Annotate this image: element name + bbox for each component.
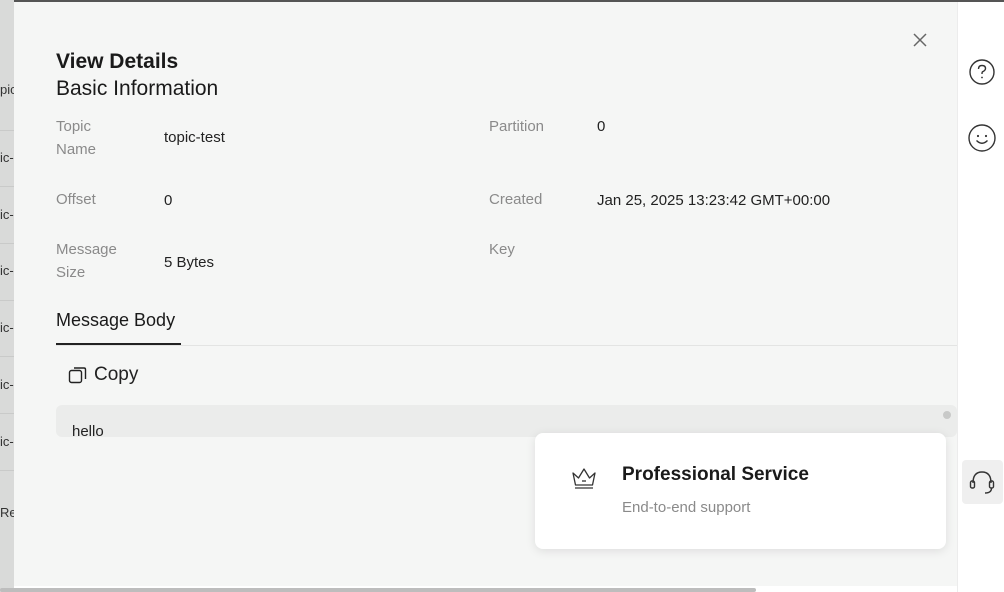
background-row-text: ic- (0, 377, 14, 392)
offset-label: Offset (56, 191, 96, 208)
help-circle-icon[interactable] (967, 57, 997, 87)
copy-icon (68, 367, 87, 384)
smiley-icon[interactable] (967, 123, 997, 153)
crown-icon (572, 468, 596, 489)
tab-divider (56, 345, 957, 346)
message-size-label-line1: Message (56, 241, 117, 258)
background-row-divider (0, 356, 14, 357)
popup-subtitle: End-to-end support (622, 499, 751, 516)
key-label: Key (489, 241, 515, 258)
section-title: Basic Information (56, 77, 219, 100)
background-row-text: ic- (0, 263, 14, 278)
topic-name-label-line1: Topic (56, 118, 92, 135)
background-row-divider (0, 186, 14, 187)
message-size-label-line2: Size (56, 264, 86, 281)
topic-name-label: Topic Name (56, 115, 96, 161)
professional-service-popup[interactable]: Professional Service End-to-end support (535, 433, 946, 549)
copy-button[interactable]: Copy (68, 364, 138, 386)
background-row-divider (0, 300, 14, 301)
background-row-divider (0, 470, 14, 471)
background-row-text: pic (0, 82, 14, 97)
popup-title: Professional Service (622, 464, 809, 485)
tab-message-body[interactable]: Message Body (56, 310, 175, 331)
background-row-text: ic- (0, 207, 14, 222)
background-row-divider (0, 243, 14, 244)
support-button[interactable] (962, 460, 1003, 504)
close-button[interactable] (910, 30, 930, 50)
drawer-title: View Details (56, 50, 179, 73)
message-size-label: Message Size (56, 238, 117, 284)
message-body-text: hello (72, 423, 104, 437)
code-scrollbar[interactable] (943, 411, 951, 419)
background-row-text: Re (0, 505, 14, 520)
offset-value: 0 (164, 192, 173, 209)
background-row-text: ic- (0, 150, 14, 165)
close-icon (913, 33, 927, 47)
background-row-text: ic- (0, 434, 14, 449)
background-row-divider (0, 413, 14, 414)
horizontal-scrollbar[interactable] (0, 588, 756, 592)
background-table: pic ic- ic- ic- ic- ic- ic- Re (0, 0, 14, 592)
topic-name-value: topic-test (164, 129, 225, 146)
copy-label: Copy (94, 364, 139, 385)
background-row-text: ic- (0, 320, 14, 335)
headset-icon (969, 471, 995, 494)
right-side-toolbar (957, 2, 1004, 592)
created-value: Jan 25, 2025 13:23:42 GMT+00:00 (597, 192, 831, 209)
created-label: Created (489, 191, 543, 208)
partition-value: 0 (597, 118, 606, 135)
background-row-divider (0, 130, 14, 131)
message-size-value: 5 Bytes (164, 254, 215, 271)
topic-name-label-line2: Name (56, 141, 97, 158)
partition-label: Partition (489, 118, 545, 135)
